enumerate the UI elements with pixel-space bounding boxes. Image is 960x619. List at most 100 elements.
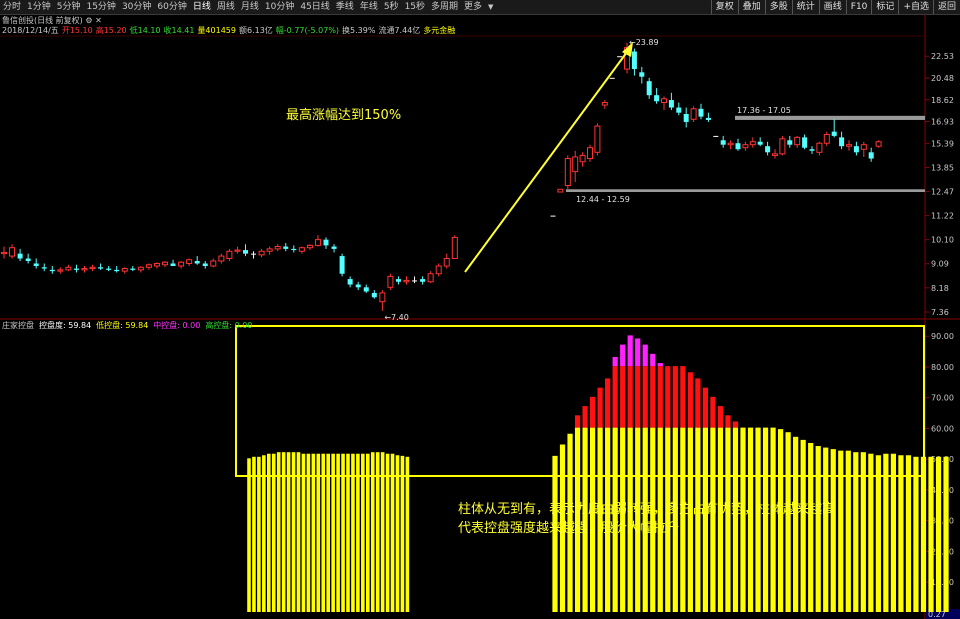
candle-body: [234, 249, 241, 252]
indicator-tick-label: 90.00: [931, 332, 954, 341]
high-price-label: ←23.89: [629, 38, 659, 47]
candle-body: [274, 246, 281, 250]
candle-body: [243, 250, 248, 254]
mid-control-bar: [605, 378, 611, 428]
candle-body: [802, 137, 808, 148]
low-control-bar: [341, 453, 345, 612]
low-control-bar: [755, 427, 761, 612]
low-control-bar: [356, 453, 360, 612]
price-tick-label: 13.85: [931, 163, 954, 172]
toolbar-button-3[interactable]: 统计: [791, 0, 819, 14]
toolbar-button-2[interactable]: 多股: [764, 0, 792, 14]
period-toolbar: 分时 1分钟 5分钟 15分钟 30分钟 60分钟 日线 周线 月线 10分钟 45日线 季线 年线 5秒…: [0, 0, 960, 15]
candle-body: [89, 266, 96, 270]
candle-body: [283, 246, 289, 249]
mid-control-bar: [657, 366, 663, 428]
period-tab-1[interactable]: 1分钟: [24, 0, 54, 14]
candle-body: [846, 144, 852, 147]
low-control-bar: [740, 427, 746, 612]
candle-body: [779, 138, 786, 155]
toolbar-button-1[interactable]: 叠加: [737, 0, 765, 14]
indicator-tick-label: 50.00: [931, 455, 954, 464]
indicator-tick-label: 40.00: [931, 486, 954, 495]
candle-body: [371, 292, 377, 298]
period-tab-11[interactable]: 季线: [333, 0, 357, 14]
period-tab-3[interactable]: 15分钟: [83, 0, 118, 14]
settings-icon[interactable]: ⚙: [85, 16, 92, 25]
low-control-bar: [687, 427, 693, 612]
toolbar-button-4[interactable]: 画线: [818, 0, 846, 14]
low-control-bar: [913, 456, 919, 612]
annotation-desc-line1: 柱体从无到有，表示力度由弱转强，多方占有优势，柱体越来越高: [458, 502, 836, 517]
toolbar-button-0[interactable]: 复权: [710, 0, 738, 14]
candle-body: [579, 154, 586, 163]
price-tick-label: 12.47: [931, 187, 954, 196]
low-control-bar: [770, 427, 776, 612]
candle-body: [683, 113, 689, 122]
high-control-bar: [635, 338, 641, 367]
period-tab-6[interactable]: 日线: [190, 0, 214, 14]
indicator-tick-label: 80.00: [931, 363, 954, 372]
candle-body: [41, 267, 47, 269]
period-tab-12[interactable]: 年线: [357, 0, 381, 14]
candle-body: [403, 279, 410, 283]
price-tick-label: 11.22: [931, 212, 954, 221]
price-tick-label: 16.93: [931, 118, 954, 127]
candle-body: [355, 284, 361, 288]
mid-control-bar: [680, 366, 686, 428]
indicator-tick-label: 60.00: [931, 424, 954, 433]
period-tab-0[interactable]: 分时: [0, 0, 24, 14]
candle-body: [298, 247, 305, 252]
quote-field-9: 流通7.44亿: [378, 26, 421, 35]
low-control-bar: [702, 427, 708, 612]
low-control-bar: [898, 455, 904, 612]
candle-body: [226, 250, 233, 260]
toolbar-button-8[interactable]: 返回: [932, 0, 960, 14]
candle-body: [853, 146, 859, 153]
period-tab-15[interactable]: 多周期: [428, 0, 461, 14]
mid-control-bar: [582, 406, 588, 428]
period-tab-10[interactable]: 45日线: [297, 0, 332, 14]
mid-control-bar: [620, 366, 626, 428]
close-icon[interactable]: ✕: [95, 16, 102, 25]
low-control-bar: [793, 436, 799, 612]
low-control-bar: [943, 456, 949, 612]
candle-body: [331, 246, 337, 249]
mid-control-bar: [672, 366, 678, 428]
low-control-bar: [815, 446, 821, 612]
candle-body: [106, 268, 112, 270]
high-control-bar: [627, 335, 633, 367]
period-tab-5[interactable]: 60分钟: [154, 0, 189, 14]
period-tab-4[interactable]: 30分钟: [119, 0, 154, 14]
candle-body: [114, 269, 120, 272]
candle-body: [145, 264, 152, 268]
candle-body: [266, 248, 273, 252]
toolbar-button-5[interactable]: F10: [845, 0, 872, 14]
period-tab-9[interactable]: 10分钟: [262, 0, 297, 14]
candle-body: [617, 56, 623, 58]
stock-quote-bar: 2018/12/14/五 开15.10 高15.20 低14.10 收14.41 量401…: [0, 25, 458, 36]
toolbar-button-6[interactable]: 标记: [871, 0, 898, 14]
period-tab-14[interactable]: 15秒: [402, 0, 428, 14]
mid-control-bar: [650, 366, 656, 428]
low-control-bar: [808, 442, 814, 612]
candle-body: [772, 153, 778, 156]
candle-body: [379, 292, 386, 303]
indicator-tick-label: 20.00: [931, 547, 954, 556]
period-tab-16[interactable]: 更多: [461, 0, 485, 14]
period-tab-7[interactable]: 周线: [214, 0, 238, 14]
toolbar-button-7[interactable]: +自选: [898, 0, 933, 14]
toolbar-buttons: 复权 叠加 多股 统计 画线 F10 标记 +自选 返回: [710, 0, 960, 14]
candle-body: [661, 98, 667, 104]
candle-body: [170, 263, 176, 267]
quote-field-1: 开15.10: [61, 26, 93, 35]
low-control-bar: [747, 427, 754, 612]
period-tab-2[interactable]: 5分钟: [54, 0, 84, 14]
low-control-bar: [400, 455, 405, 612]
low-control-bar: [247, 458, 251, 612]
chevron-down-icon[interactable]: ▼: [485, 0, 496, 14]
period-tab-13[interactable]: 5秒: [381, 0, 402, 14]
period-tab-8[interactable]: 月线: [238, 0, 262, 14]
low-control-bar: [935, 456, 942, 612]
indicator-header: 庄家控盘 控盘度: 59.84 低控盘: 59.84 中控盘: 0.00 高控盘: 0.…: [2, 321, 257, 331]
